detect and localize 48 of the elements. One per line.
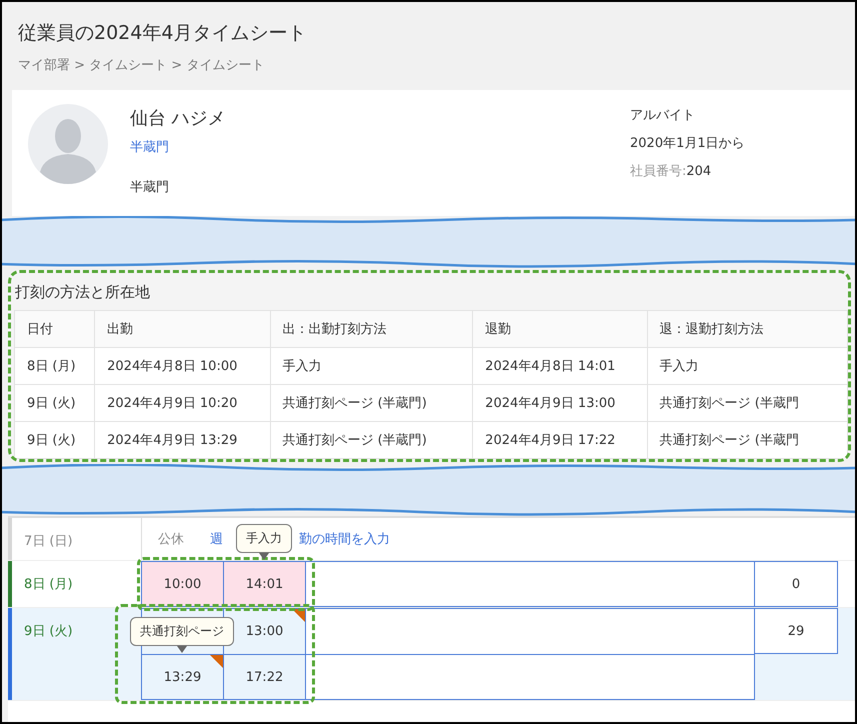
entry-link[interactable]: 週 bbox=[210, 530, 223, 548]
note-cell[interactable] bbox=[305, 561, 755, 607]
location-text: 半蔵門 bbox=[130, 179, 170, 196]
page-title: 従業員の2024年4月タイムシート bbox=[18, 21, 308, 46]
table-cell: 共通打刻ページ (半蔵門 bbox=[647, 422, 848, 458]
time-cell[interactable]: 13:29 bbox=[141, 654, 223, 700]
table-cell: 2024年4月8日 14:01 bbox=[472, 348, 648, 384]
tooltip: 手入力 bbox=[236, 524, 292, 560]
total-cell: 29 bbox=[755, 608, 838, 654]
tooltip: 共通打刻ページ bbox=[130, 617, 234, 653]
day-label: 8日 (月) bbox=[23, 576, 74, 594]
table-cell: 9日 (火) bbox=[14, 384, 95, 422]
breadcrumb: マイ部署 > タイムシート > タイムシート bbox=[18, 57, 266, 74]
employee-number: 204 bbox=[686, 164, 712, 179]
column-header: 出勤 bbox=[94, 310, 270, 348]
table-cell: 手入力 bbox=[270, 348, 473, 384]
employment-type: アルバイト bbox=[630, 107, 696, 124]
column-header: 出：出勤打刻方法 bbox=[270, 310, 473, 348]
column-header: 退：退勤打刻方法 bbox=[647, 310, 848, 348]
table-cell: 2024年4月9日 17:22 bbox=[472, 422, 648, 458]
employee-name: 仙台 ハジメ bbox=[130, 107, 227, 130]
time-cell[interactable]: 10:00 bbox=[141, 561, 223, 607]
day-label: 7日 (日) bbox=[23, 533, 74, 551]
table-cell: 2024年4月8日 10:00 bbox=[94, 348, 270, 384]
table-cell: 9日 (火) bbox=[14, 422, 95, 458]
avatar-icon bbox=[28, 104, 108, 184]
employee-number-label: 社員番号: bbox=[630, 164, 686, 179]
total-cell: 0 bbox=[755, 561, 838, 607]
day-label: 9日 (火) bbox=[23, 623, 74, 641]
note-cell[interactable] bbox=[305, 608, 755, 654]
table-cell: 2024年4月9日 10:20 bbox=[94, 384, 270, 422]
table-cell: 共通打刻ページ (半蔵門) bbox=[270, 384, 473, 422]
time-cell[interactable]: 14:01 bbox=[223, 561, 305, 607]
table-cell: 8日 (月) bbox=[14, 348, 95, 384]
start-date: 2020年1月1日から bbox=[630, 135, 745, 152]
table-cell: 2024年4月9日 13:29 bbox=[94, 422, 270, 458]
entry-link[interactable]: 勤の時間を入力 bbox=[299, 530, 390, 548]
column-header: 日付 bbox=[14, 310, 95, 348]
holiday-label: 公休 bbox=[158, 531, 184, 548]
table-cell: 共通打刻ページ (半蔵門) bbox=[270, 422, 473, 458]
department-link[interactable]: 半蔵門 bbox=[130, 138, 630, 156]
table-cell: 手入力 bbox=[647, 348, 848, 384]
time-cell[interactable]: 17:22 bbox=[223, 654, 305, 700]
section-title: 打刻の方法と所在地 bbox=[14, 282, 151, 303]
column-header: 退勤 bbox=[472, 310, 648, 348]
table-cell: 共通打刻ページ (半蔵門 bbox=[647, 384, 848, 422]
table-cell: 2024年4月9日 13:00 bbox=[472, 384, 648, 422]
note-cell[interactable] bbox=[305, 654, 755, 700]
